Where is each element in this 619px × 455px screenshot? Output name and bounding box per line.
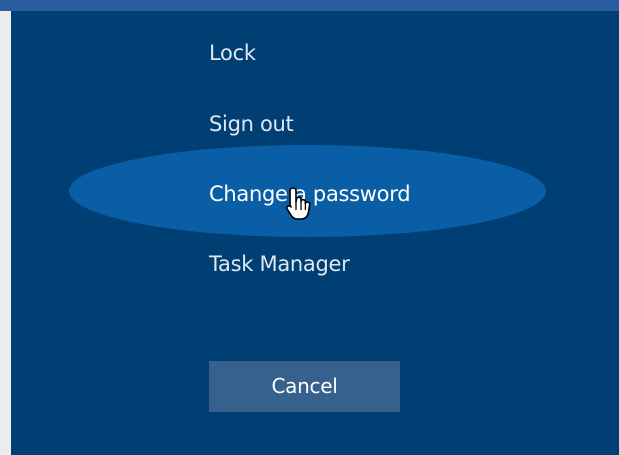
- hand-pointer-icon: [286, 187, 311, 220]
- cancel-button[interactable]: Cancel: [209, 361, 400, 412]
- menu-item-sign-out[interactable]: Sign out: [209, 111, 294, 137]
- security-options-screen: Lock Sign out Change a password Task Man…: [11, 11, 619, 455]
- menu-item-lock[interactable]: Lock: [209, 40, 256, 66]
- menu-item-task-manager[interactable]: Task Manager: [209, 251, 350, 277]
- top-bar: [0, 0, 619, 11]
- window-frame: Lock Sign out Change a password Task Man…: [0, 0, 619, 455]
